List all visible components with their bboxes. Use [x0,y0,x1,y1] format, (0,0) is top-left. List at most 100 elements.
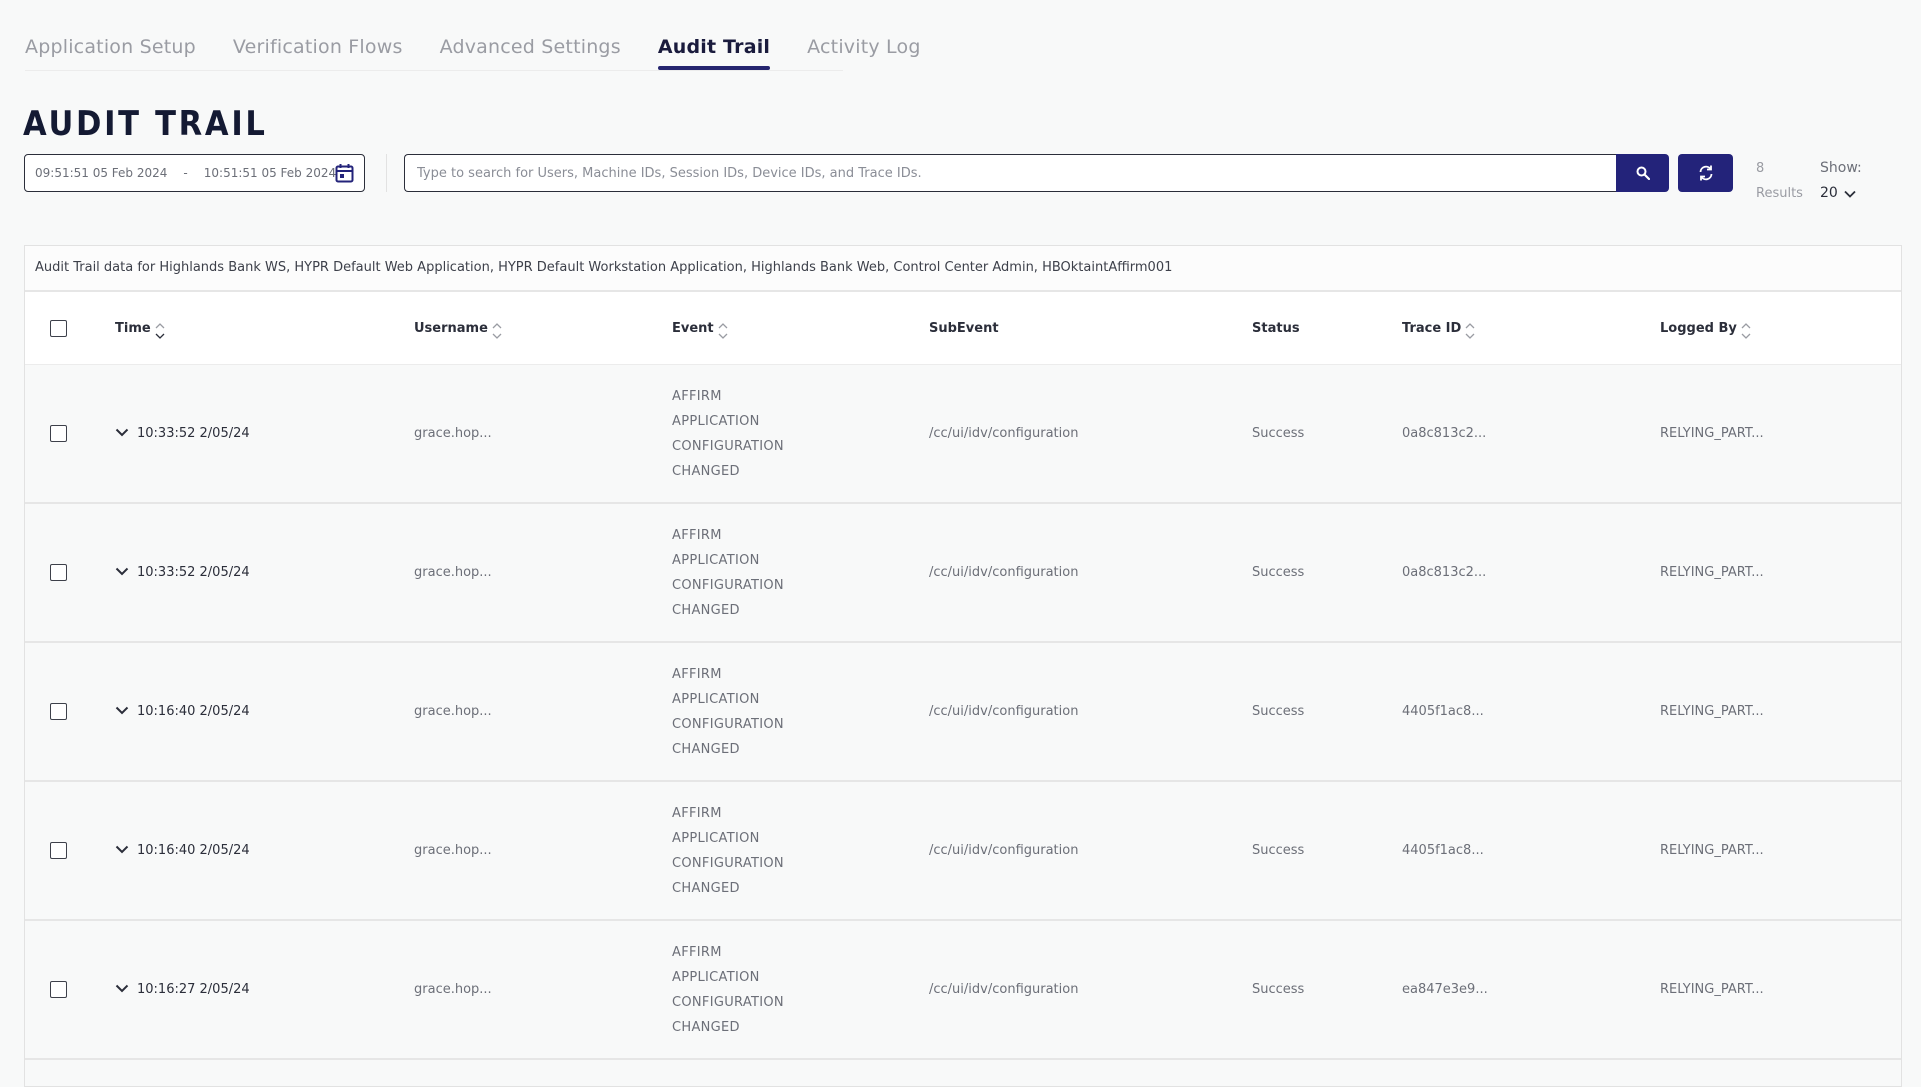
event-cell: AFFIRM APPLICATION CONFIGURATION CHANGED [672,782,784,919]
header-status: Status [1252,320,1300,336]
table-caption: Audit Trail data for Highlands Bank WS, … [25,246,1901,292]
sort-icon[interactable] [155,322,165,340]
refresh-button[interactable] [1678,154,1733,192]
event-line: CHANGED [672,741,740,757]
sort-icon[interactable] [718,322,728,340]
time-value: 10:33:52 2/05/24 [137,565,250,580]
event-line: CONFIGURATION [672,994,784,1010]
select-all-checkbox[interactable] [50,319,67,337]
header-subevent: SubEvent [929,320,999,336]
event-line: CONFIGURATION [672,438,784,454]
show-label: Show: [1820,160,1862,176]
trace-id-cell: 0a8c813c2... [1402,565,1487,580]
username-cell: grace.hop... [414,565,492,580]
chevron-down-icon[interactable] [115,843,129,858]
row-checkbox[interactable] [50,564,67,581]
chevron-down-icon[interactable] [115,565,129,580]
row-checkbox[interactable] [50,703,67,720]
sort-icon[interactable] [492,322,502,340]
tab-advanced-settings[interactable]: Advanced Settings [440,30,621,70]
header-event[interactable]: Event [672,292,728,364]
table-row[interactable]: 10:16:40 2/05/24 grace.hop... AFFIRM APP… [25,643,1901,782]
tab-audit-trail[interactable]: Audit Trail [657,30,771,70]
time-cell: 10:16:27 2/05/24 [115,921,250,1058]
chevron-down-icon[interactable] [115,982,129,997]
time-value: 10:16:40 2/05/24 [137,843,250,858]
row-checkbox[interactable] [50,842,67,859]
subevent-cell: /cc/ui/idv/configuration [929,565,1079,580]
row-checkbox-cell [50,643,67,780]
time-cell: 10:16:40 2/05/24 [115,643,250,780]
status-cell: Success [1252,982,1305,997]
header-logged-by[interactable]: Logged By [1660,292,1751,364]
status-cell: Success [1252,843,1305,858]
table-header: Time Username Event SubEvent Status Trac… [25,292,1901,365]
sort-icon[interactable] [1465,322,1475,340]
table-row[interactable]: 10:16:27 2/05/24 grace.hop... AFFIRM APP… [25,921,1901,1060]
chevron-down-icon[interactable] [115,704,129,719]
tab-bar: Application Setup Verification Flows Adv… [25,30,920,71]
header-time[interactable]: Time [115,292,165,364]
event-line: AFFIRM [672,388,722,404]
event-line: CONFIGURATION [672,716,784,732]
event-line: APPLICATION [672,691,760,707]
table-row[interactable]: 10:33:52 2/05/24 grace.hop... AFFIRM APP… [25,504,1901,643]
date-range-picker[interactable]: 09:51:51 05 Feb 2024 - 10:51:51 05 Feb 2… [24,154,365,192]
username-cell: grace.hop... [414,704,492,719]
event-line: APPLICATION [672,830,760,846]
time-cell: 10:33:52 2/05/24 [115,504,250,641]
date-end: 10:51:51 05 Feb 2024 [203,166,337,180]
header-checkbox-cell [50,292,67,364]
logged-by-cell: RELYING_PART... [1660,565,1764,580]
event-line: AFFIRM [672,666,722,682]
chevron-down-icon[interactable] [115,426,129,441]
results-count: 8 Results [1756,156,1803,206]
header-username-label: Username [414,320,488,336]
header-event-label: Event [672,320,714,336]
event-line: AFFIRM [672,805,722,821]
status-cell: Success [1252,704,1305,719]
header-trace-id[interactable]: Trace ID [1402,292,1475,364]
sort-icon[interactable] [1741,322,1751,340]
results-label: Results [1756,186,1803,201]
subevent-cell: /cc/ui/idv/configuration [929,982,1079,997]
row-checkbox[interactable] [50,425,67,442]
search-input[interactable] [405,155,1617,191]
trace-id-cell: 4405f1ac8... [1402,704,1484,719]
tab-activity-log[interactable]: Activity Log [807,30,920,70]
logged-by-cell: RELYING_PART... [1660,704,1764,719]
refresh-icon [1699,165,1712,181]
subevent-cell: /cc/ui/idv/configuration [929,843,1079,858]
date-separator: - [183,166,188,180]
event-line: AFFIRM [672,944,722,960]
header-time-label: Time [115,320,151,336]
status-cell: Success [1252,426,1305,441]
event-line: APPLICATION [672,969,760,985]
logged-by-cell: RELYING_PART... [1660,982,1764,997]
event-line: APPLICATION [672,552,760,568]
date-start: 09:51:51 05 Feb 2024 [35,166,168,180]
event-line: CHANGED [672,602,740,618]
results-number: 8 [1756,161,1765,176]
page-size-dropdown[interactable]: 20 [1820,181,1862,206]
event-line: CONFIGURATION [672,577,784,593]
username-cell: grace.hop... [414,843,492,858]
event-cell: AFFIRM APPLICATION CONFIGURATION CHANGED [672,643,784,780]
event-cell: AFFIRM APPLICATION CONFIGURATION CHANGED [672,504,784,641]
audit-table: Audit Trail data for Highlands Bank WS, … [24,245,1902,1087]
tab-verification-flows[interactable]: Verification Flows [233,30,403,70]
page-size-selector: Show: 20 [1820,156,1862,206]
tab-application-setup[interactable]: Application Setup [25,30,196,70]
table-row[interactable]: 10:16:40 2/05/24 grace.hop... AFFIRM APP… [25,782,1901,921]
calendar-icon[interactable] [335,163,354,183]
header-username[interactable]: Username [414,292,502,364]
table-grid: Time Username Event SubEvent Status Trac… [25,292,1901,1060]
event-line: APPLICATION [672,413,760,429]
logged-by-cell: RELYING_PART... [1660,843,1764,858]
search-icon [1636,166,1650,180]
chevron-down-icon [1844,190,1856,198]
row-checkbox-cell [50,365,67,502]
table-row[interactable]: 10:33:52 2/05/24 grace.hop... AFFIRM APP… [25,365,1901,504]
search-button[interactable] [1616,154,1669,192]
row-checkbox[interactable] [50,981,67,998]
